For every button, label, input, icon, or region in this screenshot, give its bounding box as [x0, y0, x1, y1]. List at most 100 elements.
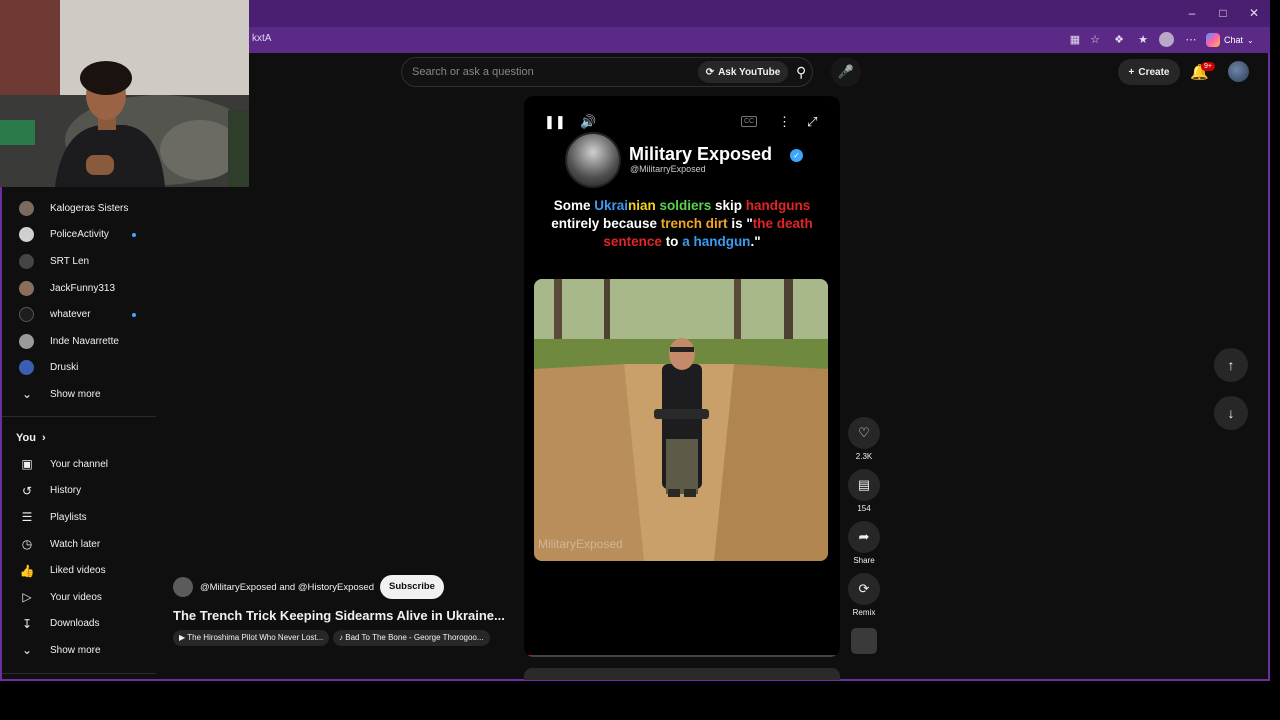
- next-short-preview[interactable]: [524, 668, 840, 680]
- fullscreen-icon[interactable]: ⤢: [807, 114, 817, 130]
- next-short-button[interactable]: ↓: [1214, 396, 1248, 430]
- sidebar-item-your-videos[interactable]: ▷ Your videos: [2, 584, 156, 611]
- comment-action[interactable]: ▤ 154: [848, 469, 880, 513]
- caption-part: entirely because: [551, 216, 661, 231]
- chip-label: The Hiroshima Pilot Who Never Lost...: [187, 633, 324, 642]
- caption-part: skip: [715, 198, 746, 213]
- closed-captions-icon[interactable]: CC: [741, 116, 758, 127]
- account-avatar[interactable]: [1228, 61, 1249, 82]
- screen: – □ ✕ kxtA ▦ ☆ ❖ ★ ⋯ Chat ⌄ Search or as…: [0, 0, 1280, 720]
- ask-youtube-button[interactable]: ⟳ Ask YouTube: [698, 61, 788, 83]
- new-content-dot: [132, 232, 136, 237]
- extensions-icon[interactable]: ❖: [1111, 32, 1127, 48]
- you-section-heading[interactable]: You ›: [16, 432, 46, 444]
- sound-thumbnail[interactable]: [851, 628, 877, 654]
- comment-icon[interactable]: ▤: [848, 469, 880, 501]
- create-button[interactable]: + Create: [1118, 59, 1180, 85]
- like-count: 2.3K: [855, 452, 873, 461]
- webcam-feed-image: [0, 0, 249, 187]
- search-input[interactable]: Search or ask a question: [412, 66, 534, 78]
- collab-channels-text[interactable]: @MilitaryExposed and @HistoryExposed: [200, 582, 374, 593]
- sidebar-item-druski[interactable]: Druski: [2, 355, 156, 382]
- share-arrow-icon[interactable]: ➦: [848, 521, 880, 553]
- play-icon: ▶: [179, 633, 188, 642]
- app-available-icon[interactable]: ▦: [1067, 32, 1083, 48]
- sidebar-item-label: whatever: [50, 309, 91, 321]
- sidebar-item-whatever[interactable]: whatever: [2, 301, 156, 328]
- remix-icon[interactable]: ⟳: [848, 573, 880, 605]
- caption-part: soldiers: [659, 198, 716, 213]
- show-more-subscriptions-button[interactable]: ⌄ Show more: [2, 381, 156, 408]
- sidebar-divider: [2, 416, 156, 417]
- sidebar-item-playlists[interactable]: ☰ Playlists: [2, 504, 156, 531]
- subscribe-button[interactable]: Subscribe: [380, 575, 444, 599]
- related-video-chip[interactable]: ▶ The Hiroshima Pilot Who Never Lost...: [173, 630, 330, 646]
- sidebar-item-jackfunny313[interactable]: JackFunny313: [2, 275, 156, 302]
- address-bar-text[interactable]: kxtA: [252, 33, 271, 44]
- more-options-icon[interactable]: ⋯: [1183, 32, 1199, 48]
- short-title[interactable]: The Trench Trick Keeping Sidearms Alive …: [173, 608, 505, 623]
- sidebar-you-list: ▣ Your channel ↺ History ☰ Playlists ◷ W…: [2, 451, 156, 664]
- arrow-down-icon: ↓: [1227, 405, 1235, 421]
- sparkle-icon: ⟳: [705, 66, 715, 78]
- remix-action[interactable]: ⟳ Remix: [848, 573, 880, 617]
- collections-icon[interactable]: ★: [1135, 32, 1151, 48]
- profile-avatar[interactable]: [1159, 32, 1174, 47]
- previous-short-button[interactable]: ↑: [1214, 348, 1248, 382]
- channel-avatar: [19, 360, 34, 376]
- shorts-player[interactable]: ❚❚ 🔊 CC ⋮ ⤢ Military Exposed ✓ @Militarr…: [524, 96, 840, 657]
- chevron-down-icon: ⌄: [21, 643, 33, 658]
- search-icon[interactable]: ⚲: [796, 64, 806, 81]
- person-box-icon: ▣: [21, 457, 33, 472]
- caption-part: is ": [731, 216, 753, 231]
- chat-label: Chat: [1224, 35, 1244, 45]
- sidebar-item-label: Your channel: [50, 458, 109, 470]
- sidebar-item-label: Druski: [50, 362, 79, 374]
- minimize-icon[interactable]: –: [1182, 6, 1202, 20]
- voice-search-button[interactable]: 🎤: [831, 57, 861, 87]
- like-action[interactable]: ♡ 2.3K: [848, 417, 880, 461]
- sidebar-item-history[interactable]: ↺ History: [2, 478, 156, 505]
- channel-avatar[interactable]: [173, 577, 193, 597]
- sidebar-item-kalogeras-sisters[interactable]: Kalogeras Sisters: [2, 195, 156, 222]
- caption-part: trench dirt: [660, 216, 732, 231]
- favorite-star-icon[interactable]: ☆: [1087, 32, 1103, 48]
- sidebar-item-your-channel[interactable]: ▣ Your channel: [2, 451, 156, 478]
- music-chip[interactable]: ♪ Bad To The Bone - George Thorogoo...: [333, 630, 490, 646]
- ask-youtube-label: Ask YouTube: [718, 66, 781, 78]
- comment-count: 154: [857, 504, 871, 513]
- overlay-channel-handle: @MilitarryExposed: [630, 164, 706, 174]
- volume-icon[interactable]: 🔊: [580, 114, 596, 130]
- sidebar-item-label: SRT Len: [50, 255, 90, 267]
- show-more-you-button[interactable]: ⌄ Show more: [2, 637, 156, 664]
- channel-avatar: [19, 333, 34, 349]
- chevron-down-icon: ⌄: [21, 387, 33, 402]
- you-heading-label: You: [16, 432, 36, 444]
- sidebar-item-watch-later[interactable]: ◷ Watch later: [2, 531, 156, 558]
- sidebar-item-label: JackFunny313: [50, 282, 116, 294]
- sidebar-item-policeactivity[interactable]: PoliceActivity: [2, 222, 156, 249]
- share-action[interactable]: ➦ Share: [848, 521, 880, 565]
- heart-icon[interactable]: ♡: [848, 417, 880, 449]
- copilot-chat-button[interactable]: Chat ⌄: [1206, 31, 1254, 49]
- search-box[interactable]: Search or ask a question ⟳ Ask YouTube ⚲: [401, 57, 813, 87]
- video-frame[interactable]: [534, 279, 828, 561]
- sidebar-item-downloads[interactable]: ↧ Downloads: [2, 611, 156, 638]
- pause-icon[interactable]: ❚❚: [544, 114, 566, 130]
- sidebar-item-srt-len[interactable]: SRT Len: [2, 248, 156, 275]
- sidebar-item-liked-videos[interactable]: 👍 Liked videos: [2, 557, 156, 584]
- close-icon[interactable]: ✕: [1244, 6, 1264, 20]
- maximize-icon[interactable]: □: [1213, 6, 1233, 20]
- video-progress-bar[interactable]: [528, 655, 836, 657]
- sidebar-item-label: Your videos: [50, 591, 102, 603]
- caption-part: a handgun: [682, 234, 751, 249]
- sidebar-item-label: PoliceActivity: [50, 229, 109, 241]
- sidebar-item-label: Liked videos: [50, 565, 106, 577]
- more-vert-icon[interactable]: ⋮: [778, 114, 791, 130]
- channel-avatar: [19, 253, 34, 269]
- sidebar-item-inde-navarrette[interactable]: Inde Navarrette: [2, 328, 156, 355]
- notification-badge: 9+: [1201, 62, 1215, 71]
- sidebar-item-label: Watch later: [50, 538, 101, 550]
- new-content-dot: [132, 312, 136, 317]
- caption-part: handguns: [745, 198, 811, 213]
